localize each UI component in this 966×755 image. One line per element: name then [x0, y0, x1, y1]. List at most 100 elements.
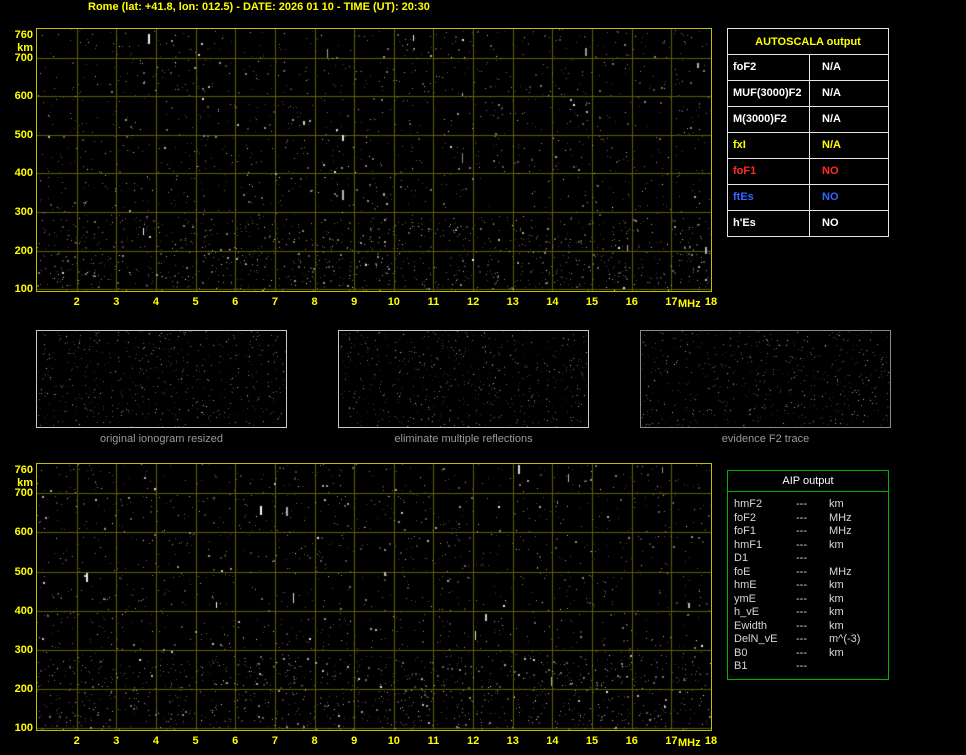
- aip-row-foF1: foF1 --- MHz: [728, 525, 888, 539]
- aip-row-B1: B1 ---: [728, 660, 888, 674]
- x-axis-unit-label: MHz: [678, 298, 701, 310]
- aip-parameter-value: ---: [796, 660, 807, 672]
- aip-parameter-unit: km: [829, 619, 844, 632]
- x-axis-tick-11: 11: [427, 735, 440, 747]
- aip-parameter-value: ---: [796, 633, 807, 645]
- x-axis-tick-6: 6: [232, 296, 239, 308]
- panel-caption-eliminate: eliminate multiple reflections: [394, 433, 533, 445]
- aip-output-table: AIP output hmF2 --- km foF2 --- MHz foF1 --- MHz…: [727, 470, 889, 680]
- y-axis-unit-label: km: [17, 41, 33, 54]
- autoscala-row-ftEs: ftEs NO: [728, 184, 888, 210]
- x-axis-tick-7: 7: [271, 735, 278, 747]
- autoscala-row-foF1: foF1 NO: [728, 158, 888, 184]
- x-axis-tick-11: 11: [427, 296, 440, 308]
- y-axis-tick-600: 600: [14, 90, 33, 103]
- aip-parameter-name: foF1: [734, 525, 757, 537]
- x-axis-tick-16: 16: [625, 296, 638, 308]
- y-axis-unit-label: km: [17, 476, 33, 489]
- aip-row-B0: B0 --- km: [728, 647, 888, 661]
- y-axis-tick-400: 400: [14, 167, 33, 180]
- x-axis-tick-9: 9: [351, 296, 358, 308]
- aip-row-ymE: ymE --- km: [728, 593, 888, 607]
- aip-parameter-value: ---: [796, 565, 807, 578]
- aip-parameter-name: hmF2: [734, 498, 763, 510]
- autoscala-app-window: Rome (lat: +41.8, lon: 012.5) - DATE: 20…: [0, 0, 966, 755]
- x-axis-tick-3: 3: [113, 296, 120, 308]
- panel-evidence-canvas: [641, 331, 890, 427]
- parameter-name: foF2: [728, 55, 810, 80]
- x-axis-tick-10: 10: [387, 735, 400, 747]
- x-axis-tick-5: 5: [192, 735, 199, 747]
- aip-parameter-name: foF2: [734, 511, 757, 524]
- parameter-name: fxI: [728, 133, 810, 158]
- aip-parameter-value: ---: [796, 646, 807, 659]
- y-axis-tick-300: 300: [14, 643, 33, 656]
- x-axis-tick-8: 8: [311, 735, 318, 747]
- aip-table-header: AIP output: [728, 471, 888, 492]
- aip-parameter-unit: [829, 552, 888, 566]
- x-axis-tick-10: 10: [387, 296, 400, 308]
- parameter-value: N/A: [822, 87, 841, 99]
- parameter-value: NO: [822, 217, 839, 229]
- aip-parameter-name: B1: [734, 660, 748, 672]
- aip-parameter-name: Ewidth: [734, 619, 768, 632]
- x-axis-tick-13: 13: [506, 735, 519, 747]
- aip-parameter-name: ymE: [734, 592, 756, 605]
- aip-parameter-value: ---: [796, 525, 807, 537]
- x-axis-unit-label: MHz: [678, 737, 701, 749]
- aip-parameter-name: B0: [734, 646, 748, 659]
- panel-original-canvas: [37, 331, 286, 427]
- aip-parameter-value: ---: [796, 606, 807, 618]
- y-axis-tick-760: 760: [14, 28, 33, 41]
- aip-parameter-unit: km: [829, 538, 844, 551]
- parameter-name: M(3000)F2: [728, 107, 810, 132]
- aip-parameter-name: D1: [734, 552, 749, 564]
- autoscala-row-h'Es: h'Es NO: [728, 210, 888, 236]
- aip-parameter-unit: m^(-3): [829, 633, 861, 645]
- x-axis-tick-12: 12: [466, 735, 480, 747]
- autoscala-row-fxI: fxI N/A: [728, 132, 888, 158]
- x-axis-tick-12: 12: [466, 296, 480, 308]
- aip-parameter-name: h_vE: [734, 606, 760, 618]
- y-axis-tick-300: 300: [14, 206, 33, 218]
- aip-row-D1: D1 ---: [728, 552, 888, 566]
- ionogram-plot-top: 760 700 600 500 400 300 200 100 km 2 3 4 5 6 7 8 9 10 11 12…: [15, 28, 717, 310]
- autoscala-output-table: AUTOSCALA output foF2 N/A MUF(3000)F2 N/A M(…: [727, 28, 889, 237]
- x-axis-tick-14: 14: [546, 296, 559, 308]
- y-axis-tick-600: 600: [14, 526, 33, 539]
- parameter-name: ftEs: [728, 185, 810, 210]
- y-axis-tick-400: 400: [14, 604, 33, 617]
- aip-parameter-value: ---: [796, 538, 807, 551]
- x-axis-tick-18: 18: [704, 735, 718, 747]
- y-axis-tick-760: 760: [14, 463, 33, 476]
- parameter-name: h'Es: [728, 211, 810, 236]
- ionogram-canvas-top: [37, 29, 711, 291]
- aip-row-hmE: hmE --- km: [728, 579, 888, 593]
- aip-parameter-name: DelN_vE: [734, 633, 778, 645]
- station-date-time-title: Rome (lat: +41.8, lon: 012.5) - DATE: 20…: [88, 1, 430, 13]
- aip-parameter-unit: km: [829, 592, 844, 605]
- aip-parameter-unit: km: [829, 606, 844, 618]
- ionogram-plot-bottom: 760 700 600 500 400 300 200 100 km 2 3 4 5 6 7 8 9 10 11 12…: [15, 463, 717, 749]
- y-axis-tick-200: 200: [14, 244, 33, 257]
- aip-parameter-unit: km: [829, 498, 844, 510]
- x-axis-tick-4: 4: [152, 735, 159, 747]
- panel-eliminate-reflections: [338, 330, 589, 428]
- x-axis-tick-14: 14: [546, 735, 559, 747]
- x-axis-tick-7: 7: [271, 296, 278, 308]
- y-axis-tick-100: 100: [14, 283, 33, 296]
- panel-eliminate-canvas: [339, 331, 588, 427]
- y-axis-tick-500: 500: [14, 565, 33, 578]
- x-axis-tick-2: 2: [73, 296, 80, 308]
- y-axis-tick-200: 200: [14, 682, 33, 695]
- aip-parameter-value: ---: [796, 511, 807, 524]
- aip-parameter-unit: MHz: [829, 565, 852, 578]
- panel-caption-original: original ionogram resized: [100, 433, 223, 445]
- aip-parameter-name: hmE: [734, 579, 757, 591]
- y-axis-tick-100: 100: [14, 722, 33, 735]
- ionogram-canvas-bottom: [37, 464, 711, 730]
- autoscala-table-body: foF2 N/A MUF(3000)F2 N/A M(3000)F2 N/A fxI N/A f…: [728, 54, 888, 236]
- aip-parameter-unit: km: [829, 646, 844, 659]
- aip-row-DelN_vE: DelN_vE --- m^(-3): [728, 633, 888, 647]
- panel-original-ionogram: [36, 330, 287, 428]
